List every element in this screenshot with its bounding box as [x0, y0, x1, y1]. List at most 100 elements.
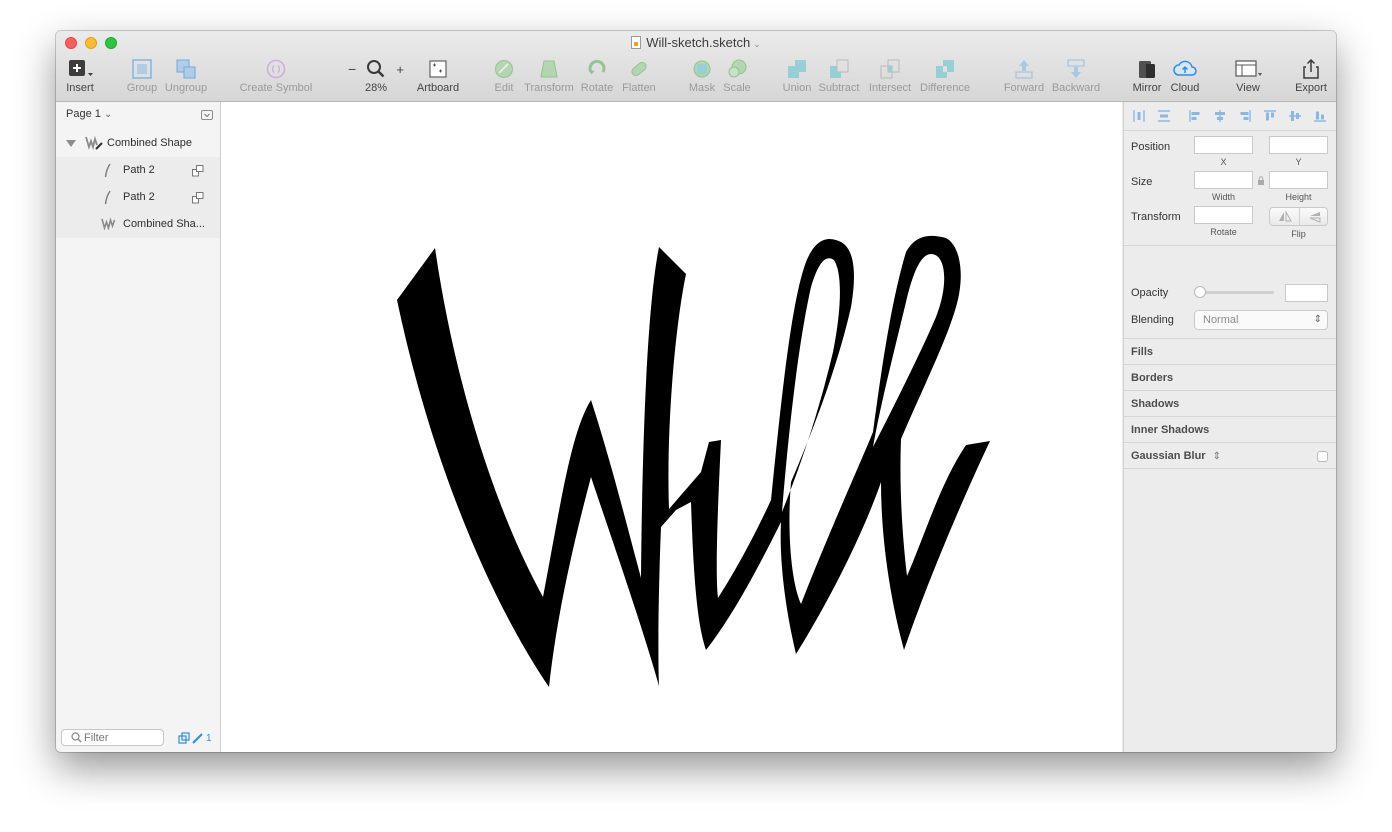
canvas[interactable] [221, 102, 1122, 752]
divider [1124, 245, 1336, 246]
mask-button[interactable]: Mask [684, 58, 720, 94]
will-signature-shape[interactable] [221, 102, 1122, 752]
fills-section[interactable]: Fills [1131, 346, 1153, 358]
edit-icon [495, 60, 513, 78]
group-button[interactable]: Group [124, 58, 160, 94]
opacity-slider-track[interactable] [1194, 291, 1274, 294]
distribute-vertical-icon[interactable] [1157, 109, 1171, 123]
mirror-icon [1139, 61, 1155, 78]
collapse-pages-icon[interactable] [201, 110, 213, 120]
document-title[interactable]: Will-sketch.sketch ⌄ [56, 35, 1336, 50]
opacity-field[interactable] [1285, 284, 1328, 302]
magnifier-icon [367, 60, 385, 78]
filter-input[interactable] [84, 731, 159, 744]
forward-button[interactable]: Forward [1001, 58, 1047, 94]
group-icon [132, 59, 152, 79]
flip-horizontal-button[interactable] [1270, 208, 1299, 225]
align-center-horizontal-icon[interactable] [1213, 109, 1227, 123]
scale-button[interactable]: Scale [719, 58, 755, 94]
app-window: Will-sketch.sketch ⌄ Insert Group Ungrou… [56, 31, 1336, 752]
borders-section[interactable]: Borders [1131, 372, 1173, 384]
flip-control [1269, 207, 1328, 226]
difference-icon [936, 60, 954, 78]
scale-icon [728, 59, 747, 78]
mirror-button[interactable]: Mirror [1129, 58, 1165, 94]
bring-forward-icon [1015, 60, 1033, 79]
path-icon [104, 190, 111, 205]
filter-field[interactable] [61, 729, 164, 746]
rotate-icon [588, 59, 606, 75]
layers-panel: Page 1 ⌄ Combined Shape Path 2 Path 2 Co… [56, 102, 221, 752]
align-top-icon[interactable] [1263, 109, 1277, 123]
opacity-slider-knob[interactable] [1194, 286, 1206, 298]
distribute-horizontal-icon[interactable] [1132, 109, 1146, 123]
alignment-bar [1124, 102, 1336, 131]
inner-shadows-section[interactable]: Inner Shadows [1131, 424, 1209, 436]
difference-button[interactable]: Difference [916, 58, 974, 94]
gaussian-blur-section[interactable]: Gaussian Blur ⇕ [1131, 450, 1221, 462]
artboard-button[interactable]: Artboard [413, 58, 463, 94]
path-icon [104, 163, 111, 178]
insert-button[interactable]: Insert [62, 58, 98, 94]
layer-combined-shape[interactable]: Combined Shape [56, 130, 220, 157]
zoom-level: 28% [364, 82, 388, 94]
view-button[interactable]: View [1230, 58, 1266, 94]
disclosure-triangle-icon[interactable] [66, 140, 76, 147]
layer-path-2[interactable]: Path 2 [56, 157, 220, 184]
boolean-operation-icon[interactable] [192, 165, 204, 177]
export-button[interactable]: Export [1293, 58, 1329, 94]
zoom-out-button[interactable]: − [348, 61, 356, 77]
blending-select[interactable]: Normal ⇕ [1194, 310, 1328, 330]
layer-combined-shape-nested[interactable]: Combined Sha... [56, 211, 220, 238]
layer-path-2[interactable]: Path 2 [56, 184, 220, 211]
divider [1124, 390, 1336, 391]
flatten-button[interactable]: Flatten [617, 58, 661, 94]
chevron-up-down-icon: ⇕ [1212, 451, 1222, 462]
ungroup-icon [176, 59, 196, 79]
position-y-field[interactable] [1269, 136, 1328, 154]
intersect-button[interactable]: Intersect [866, 58, 914, 94]
height-field[interactable] [1269, 171, 1328, 189]
create-symbol-button[interactable]: Create Symbol [238, 58, 314, 94]
transform-button[interactable]: Transform [522, 58, 576, 94]
position-x-field[interactable] [1194, 136, 1253, 154]
divider [1124, 338, 1336, 339]
symbols-filter-icon[interactable] [178, 732, 190, 744]
cloud-icon [1173, 60, 1197, 76]
sketch-document-icon [631, 36, 642, 49]
slices-filter-icon[interactable] [192, 732, 204, 744]
combined-shape-path[interactable] [397, 235, 990, 688]
subtract-button[interactable]: Subtract [816, 58, 862, 94]
boolean-operation-icon[interactable] [192, 192, 204, 204]
intersect-icon [880, 59, 900, 79]
page-selector[interactable]: Page 1 ⌄ [66, 108, 112, 120]
align-right-icon[interactable] [1238, 109, 1252, 123]
ungroup-button[interactable]: Ungroup [163, 58, 209, 94]
transform-icon [540, 60, 558, 78]
align-middle-vertical-icon[interactable] [1288, 109, 1302, 123]
chevron-down-icon: ⌄ [103, 109, 113, 120]
view-icon [1235, 60, 1262, 77]
gaussian-blur-checkbox[interactable] [1317, 451, 1328, 462]
divider [1124, 468, 1336, 469]
chevron-down-icon: ⌄ [753, 39, 761, 49]
align-bottom-icon[interactable] [1313, 109, 1327, 123]
divider [1124, 364, 1336, 365]
combined-shape-icon [101, 218, 116, 230]
width-field[interactable] [1194, 171, 1253, 189]
rotate-field[interactable] [1194, 206, 1253, 224]
lock-icon[interactable] [1257, 176, 1265, 185]
subtract-icon [830, 59, 849, 78]
union-button[interactable]: Union [779, 58, 815, 94]
shadows-section[interactable]: Shadows [1131, 398, 1179, 410]
cloud-button[interactable]: Cloud [1167, 58, 1203, 94]
rotate-button[interactable]: Rotate [577, 58, 617, 94]
zoom-in-button[interactable]: + [396, 62, 404, 77]
backward-button[interactable]: Backward [1050, 58, 1102, 94]
symbol-icon [266, 59, 286, 79]
flip-vertical-button[interactable] [1299, 208, 1329, 225]
edit-button[interactable]: Edit [484, 58, 524, 94]
align-left-icon[interactable] [1188, 109, 1202, 123]
union-icon [788, 60, 806, 78]
divider [1124, 442, 1336, 443]
